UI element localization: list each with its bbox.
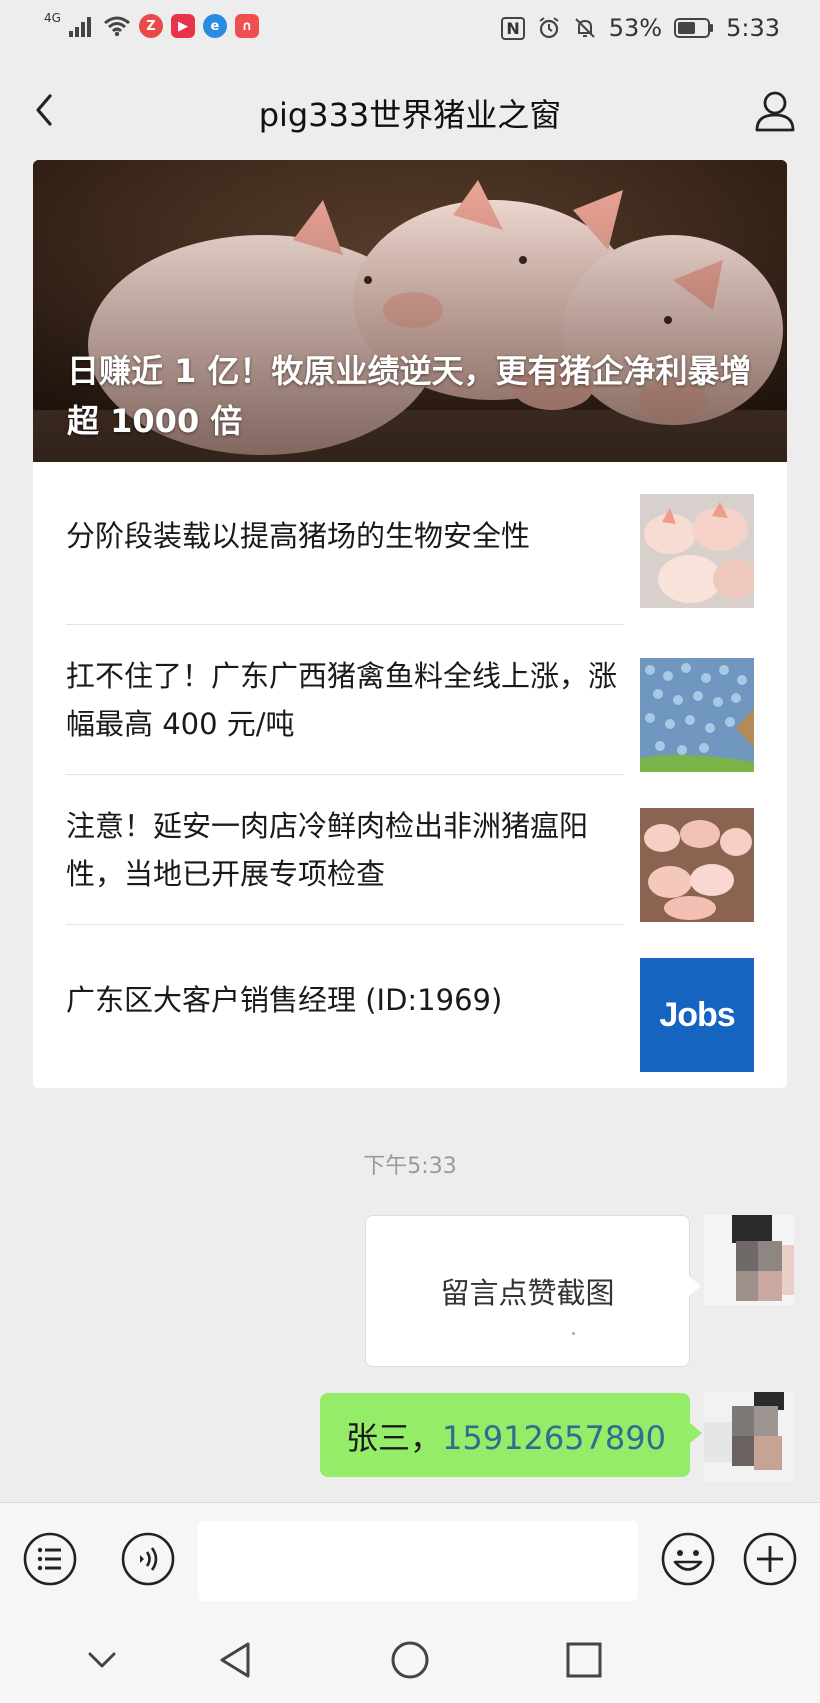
image-message-bubble[interactable]: 留言点赞截图 (365, 1215, 701, 1367)
message-input[interactable] (198, 1521, 638, 1601)
divider (66, 774, 624, 775)
avatar[interactable] (704, 1215, 794, 1305)
plus-icon[interactable] (742, 1531, 798, 1587)
jobs-logo: Jobs (640, 958, 754, 1072)
shop-app-icon: ∩ (234, 14, 259, 38)
article-item[interactable]: 注意！延安一肉店冷鲜肉检出非洲猪瘟阳性，当地已开展专项检查 (66, 776, 754, 924)
jobs-logo-text: Jobs (659, 995, 735, 1034)
featured-article[interactable]: 日赚近 1 亿！牧原业绩逆天，更有猪企净利暴增超 1000 倍 (33, 160, 787, 462)
piglets-thumbnail-icon (640, 494, 754, 608)
article-item[interactable]: 扛不住了！广东广西猪禽鱼料全线上涨，涨幅最高 400 元/吨 (66, 626, 754, 774)
chat-header: pig333世界猪业之窗 (0, 62, 820, 160)
avatar[interactable] (704, 1392, 794, 1482)
video-app-icon: ▶ (170, 14, 195, 38)
phone-number-link[interactable]: 15912657890 (442, 1419, 666, 1457)
featured-article-title: 日赚近 1 亿！牧原业绩逆天，更有猪企净利暴增超 1000 倍 (67, 352, 752, 440)
piglets-thumbnail-icon (640, 808, 754, 922)
clock-time: 5:33 (726, 14, 780, 42)
battery-icon (674, 18, 714, 38)
article-item[interactable]: 广东区大客户销售经理 (ID:1969) Jobs (66, 926, 754, 1074)
nav-recent-apps-icon[interactable] (562, 1638, 606, 1682)
article-item[interactable]: 分阶段装载以提高猪场的生物安全性 (66, 462, 754, 610)
nav-back-icon[interactable] (214, 1638, 258, 1682)
blurred-avatar-icon (704, 1392, 794, 1482)
nfc-icon: N (501, 16, 525, 40)
signal-icon (68, 17, 91, 37)
network-type: 4G (44, 11, 61, 25)
voice-icon[interactable] (120, 1531, 176, 1587)
message-timestamp: 下午5:33 (363, 1154, 457, 1179)
system-nav-bar (0, 1618, 820, 1703)
article-title: 注意！延安一肉店冷鲜肉检出非洲猪瘟阳性，当地已开展专项检查 (66, 809, 589, 891)
app-notification-icon: Z (138, 14, 163, 38)
bubble-tail (690, 1423, 702, 1443)
image-dot (572, 1332, 575, 1335)
text-message-bubble[interactable]: 张三，15912657890 (320, 1393, 702, 1477)
feed-pellets-thumbnail-icon (640, 658, 754, 772)
message-name: 张三， (346, 1419, 443, 1457)
article-card: 日赚近 1 亿！牧原业绩逆天，更有猪企净利暴增超 1000 倍 分阶段装载以提高… (33, 160, 787, 1088)
bubble-tail (689, 1276, 701, 1296)
browser-app-icon: e (202, 14, 227, 38)
wifi-icon (103, 16, 130, 37)
emoji-icon[interactable] (660, 1531, 716, 1587)
battery-percent: 53% (608, 14, 663, 42)
divider (66, 924, 624, 925)
text-message-content: 张三，15912657890 (346, 1413, 666, 1459)
nav-home-icon[interactable] (388, 1638, 432, 1682)
collapse-chevron-icon[interactable] (80, 1638, 124, 1682)
divider (66, 624, 624, 625)
menu-list-icon[interactable] (22, 1531, 78, 1587)
mute-bell-icon (575, 18, 595, 38)
article-title: 分阶段装载以提高猪场的生物安全性 (66, 519, 531, 553)
image-message-text: 留言点赞截图 (440, 1276, 615, 1310)
article-title: 广东区大客户销售经理 (ID:1969) (66, 983, 503, 1017)
article-title: 扛不住了！广东广西猪禽鱼料全线上涨，涨幅最高 400 元/吨 (66, 659, 618, 741)
profile-icon[interactable] (750, 86, 800, 136)
chat-input-bar (0, 1502, 820, 1619)
alarm-icon (539, 17, 559, 39)
page-title: pig333世界猪业之窗 (258, 96, 562, 134)
status-left: 4G Z ▶ e ∩ (44, 11, 259, 38)
status-right: N 53% 5:33 (501, 14, 780, 42)
blurred-avatar-icon (704, 1215, 794, 1305)
status-bar: 4G Z ▶ e ∩ N 53% 5:33 (0, 0, 820, 62)
